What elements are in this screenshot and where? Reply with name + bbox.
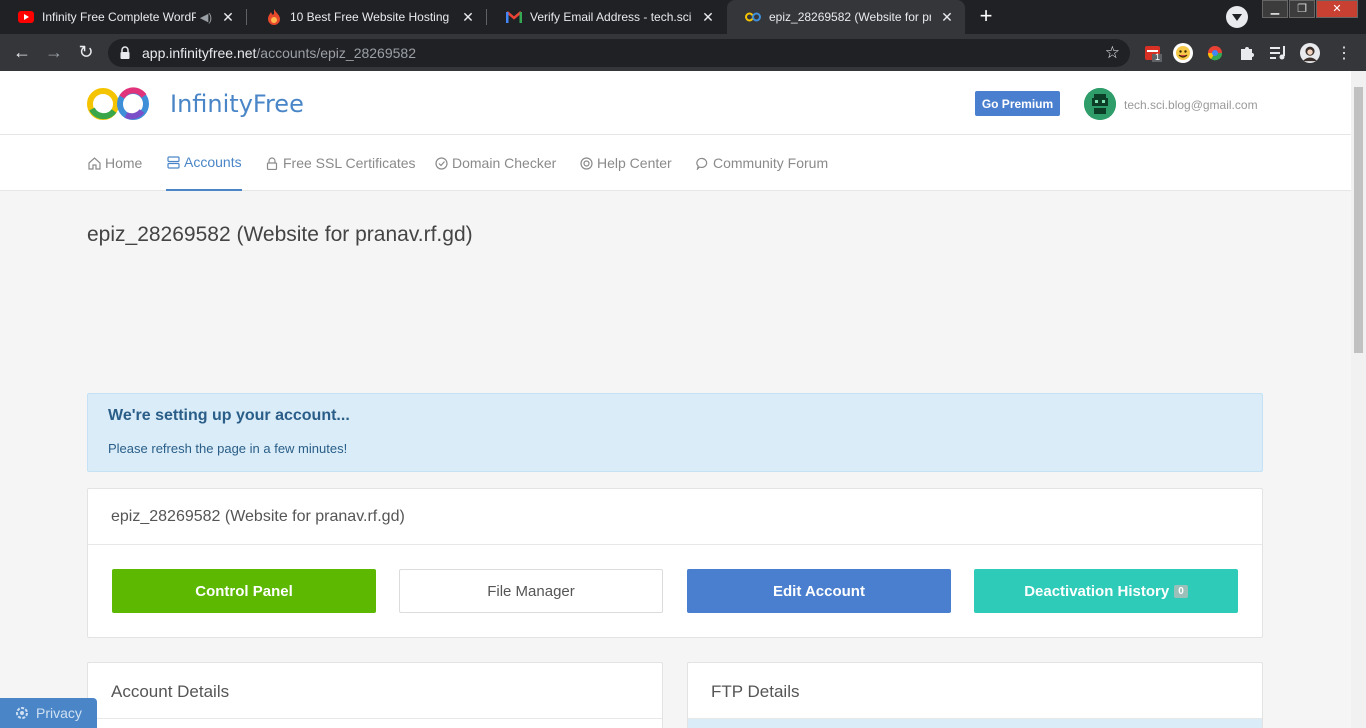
main-navigation: Home Accounts Free SSL Certificates Doma…: [0, 135, 1351, 191]
nav-item-domain-checker[interactable]: Domain Checker: [434, 135, 556, 191]
user-avatar[interactable]: [1084, 88, 1116, 120]
account-card-header: epiz_28269582 (Website for pranav.rf.gd): [88, 489, 1262, 545]
forward-button[interactable]: →: [42, 40, 66, 64]
browser-tab[interactable]: Infinity Free Complete WordPress ◀) ✕: [0, 0, 246, 34]
lock-icon: [265, 156, 279, 170]
tab-separator: [486, 9, 487, 25]
account-details-title: Account Details: [111, 682, 230, 701]
nav-item-ssl[interactable]: Free SSL Certificates: [265, 135, 416, 191]
account-card-title: epiz_28269582 (Website for pranav.rf.gd): [111, 508, 405, 525]
ftp-details-header: FTP Details: [688, 663, 1262, 719]
url-text: app.infinityfree.net/accounts/epiz_28269…: [142, 45, 416, 61]
maximize-button[interactable]: ❐: [1289, 0, 1315, 18]
tab-separator: [246, 9, 247, 25]
ftp-info-strip: [688, 719, 1262, 728]
infinity-icon: [745, 9, 761, 25]
nav-item-label: Accounts: [184, 154, 242, 170]
lifebuoy-icon: [579, 156, 593, 170]
browser-tab[interactable]: Verify Email Address - tech.sci.blog ✕: [488, 0, 726, 34]
close-tab-icon[interactable]: ✕: [220, 9, 236, 25]
tab-title: Infinity Free Complete WordPress: [42, 10, 196, 24]
close-tab-icon[interactable]: ✕: [939, 9, 955, 25]
scrollbar-thumb[interactable]: [1354, 87, 1363, 353]
tab-title: 10 Best Free Website Hosting Services: [290, 10, 452, 24]
extension-calendar-icon[interactable]: 1: [1143, 43, 1163, 63]
nav-item-accounts[interactable]: Accounts: [166, 135, 242, 191]
nav-item-label: Free SSL Certificates: [283, 155, 416, 171]
edit-account-button[interactable]: Edit Account: [687, 569, 951, 613]
media-control-icon[interactable]: [1269, 43, 1289, 63]
nav-item-community-forum[interactable]: Community Forum: [695, 135, 828, 191]
profile-avatar-icon[interactable]: [1300, 43, 1320, 63]
extension-emoji-icon[interactable]: [1173, 43, 1193, 63]
infinityfree-logo-icon[interactable]: [86, 87, 154, 121]
minimize-button[interactable]: ▁: [1262, 0, 1288, 18]
account-card: epiz_28269582 (Website for pranav.rf.gd)…: [87, 488, 1263, 638]
browser-tab-active[interactable]: epiz_28269582 (Website for pranav.rf.gd)…: [727, 0, 965, 34]
browser-toolbar: ← → ↻ app.infinityfree.net/accounts/epiz…: [0, 34, 1366, 71]
youtube-icon: [18, 9, 34, 25]
back-button[interactable]: ←: [10, 40, 34, 64]
privacy-button[interactable]: Privacy: [0, 698, 97, 728]
nav-item-help-center[interactable]: Help Center: [579, 135, 672, 191]
close-tab-icon[interactable]: ✕: [700, 9, 716, 25]
home-icon: [87, 156, 101, 170]
file-manager-button[interactable]: File Manager: [399, 569, 663, 613]
go-premium-button[interactable]: Go Premium: [975, 91, 1060, 116]
new-tab-button[interactable]: +: [974, 5, 998, 29]
ftp-details-title: FTP Details: [711, 682, 800, 701]
lock-icon[interactable]: [120, 46, 130, 64]
user-email[interactable]: tech.sci.blog@gmail.com: [1124, 98, 1258, 112]
extension-color-icon[interactable]: [1205, 43, 1225, 63]
account-details-card: Account Details: [87, 662, 663, 728]
nav-item-label: Home: [105, 155, 143, 171]
extensions-puzzle-icon[interactable]: [1237, 43, 1257, 63]
fire-icon: [266, 9, 282, 25]
reload-button[interactable]: ↻: [74, 40, 98, 64]
ftp-details-card: FTP Details: [687, 662, 1263, 728]
nav-item-home[interactable]: Home: [87, 135, 142, 191]
close-window-button[interactable]: ✕: [1316, 0, 1358, 18]
close-tab-icon[interactable]: ✕: [460, 9, 476, 25]
address-bar[interactable]: app.infinityfree.net/accounts/epiz_28269…: [108, 39, 1130, 67]
window-controls: ▁ ❐ ✕: [1261, 0, 1358, 20]
gmail-icon: [506, 9, 522, 25]
tab-title: Verify Email Address - tech.sci.blog: [530, 10, 692, 24]
brand-name[interactable]: InfinityFree: [170, 90, 304, 118]
extension-badge: 1: [1155, 52, 1161, 62]
deactivation-history-label: Deactivation History: [1024, 582, 1170, 600]
browser-tab[interactable]: 10 Best Free Website Hosting Services ✕: [248, 0, 486, 34]
setup-alert: We're setting up your account... Please …: [87, 393, 1263, 472]
check-circle-icon: [434, 156, 448, 170]
server-icon: [166, 155, 180, 169]
deactivation-count-badge: 0: [1174, 584, 1188, 598]
bookmark-star-icon[interactable]: ☆: [1105, 43, 1120, 63]
page-viewport: InfinityFree Go Premium tech.sci.blog@gm…: [0, 71, 1351, 728]
alert-text: Please refresh the page in a few minutes…: [108, 441, 348, 456]
privacy-label: Privacy: [36, 705, 82, 721]
nav-item-label: Community Forum: [713, 155, 829, 171]
tab-search-icon[interactable]: [1226, 6, 1248, 28]
page-title: epiz_28269582 (Website for pranav.rf.gd): [87, 223, 473, 246]
tab-title: epiz_28269582 (Website for pranav.rf.gd): [769, 10, 931, 24]
browser-menu-icon[interactable]: ⋮: [1334, 43, 1354, 63]
nav-item-label: Domain Checker: [452, 155, 557, 171]
gear-icon: [14, 705, 30, 721]
site-header: InfinityFree Go Premium tech.sci.blog@gm…: [0, 71, 1351, 135]
chat-icon: [695, 156, 709, 170]
nav-item-label: Help Center: [597, 155, 672, 171]
account-details-header: Account Details: [88, 663, 662, 719]
speaker-icon[interactable]: ◀): [200, 11, 212, 24]
browser-tab-bar: Infinity Free Complete WordPress ◀) ✕ 10…: [0, 0, 1366, 34]
alert-heading: We're setting up your account...: [108, 407, 350, 424]
deactivation-history-button[interactable]: Deactivation History 0: [974, 569, 1238, 613]
control-panel-button[interactable]: Control Panel: [112, 569, 376, 613]
page-scrollbar[interactable]: [1351, 71, 1366, 728]
